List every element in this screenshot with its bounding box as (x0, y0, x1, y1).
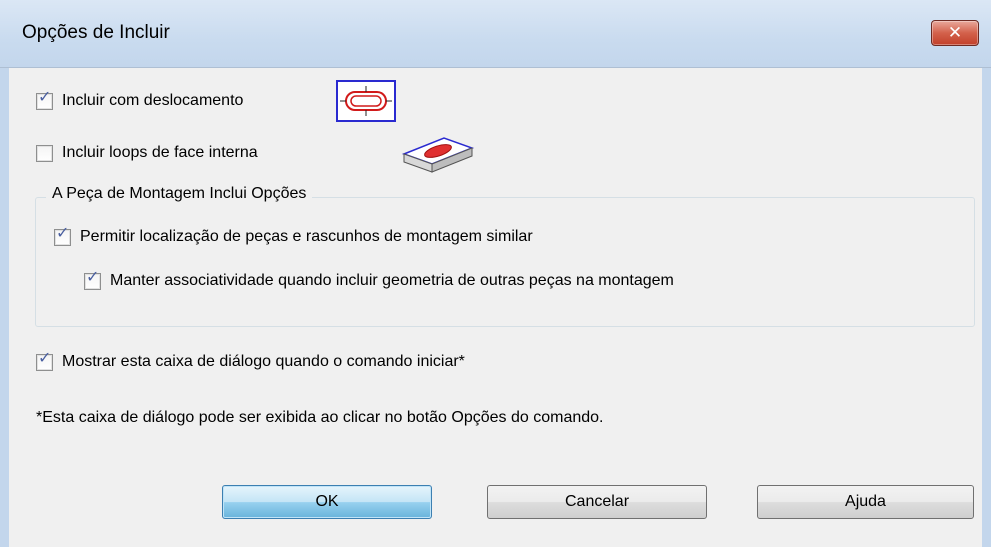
allow-locate-label: Permitir localização de peças e rascunho… (80, 228, 533, 245)
ok-button[interactable]: OK (222, 485, 432, 519)
check-mark-icon: ✓ (56, 225, 70, 242)
keep-associativity-checkbox[interactable]: ✓ (84, 269, 101, 290)
check-mark-icon: ✓ (38, 350, 52, 367)
allow-locate-checkbox[interactable]: ✓ (54, 225, 71, 246)
window-frame-left (0, 68, 9, 547)
dialog-title: Opções de Incluir (22, 22, 170, 43)
show-dialog-label: Mostrar esta caixa de diálogo quando o c… (62, 353, 465, 370)
keep-associativity-label: Manter associatividade quando incluir ge… (110, 272, 674, 289)
cancel-button[interactable]: Cancelar (487, 485, 707, 519)
check-mark-icon: ✓ (86, 269, 100, 286)
check-mark-icon: ✓ (38, 89, 52, 106)
assembly-options-group (35, 197, 975, 327)
assembly-options-group-title: A Peça de Montagem Inclui Opções (46, 185, 313, 203)
include-inner-loops-checkbox[interactable] (36, 145, 53, 162)
note-text: *Esta caixa de diálogo pode ser exibida … (36, 409, 604, 426)
include-offset-checkbox[interactable]: ✓ (36, 89, 53, 110)
help-button[interactable]: Ajuda (757, 485, 974, 519)
title-bar[interactable]: Opções de Incluir ✕ (0, 0, 991, 68)
offset-loop-icon (336, 80, 396, 122)
window-frame-right (982, 68, 991, 547)
dialog-window: Opções de Incluir ✕ ✓ Incluir com desloc… (0, 0, 991, 547)
include-inner-loops-label: Incluir loops de face interna (62, 144, 258, 161)
close-button[interactable]: ✕ (931, 20, 979, 46)
include-offset-label: Incluir com deslocamento (62, 92, 244, 109)
face-inner-loop-icon (400, 132, 476, 176)
show-dialog-checkbox[interactable]: ✓ (36, 350, 53, 371)
close-icon: ✕ (947, 23, 963, 42)
